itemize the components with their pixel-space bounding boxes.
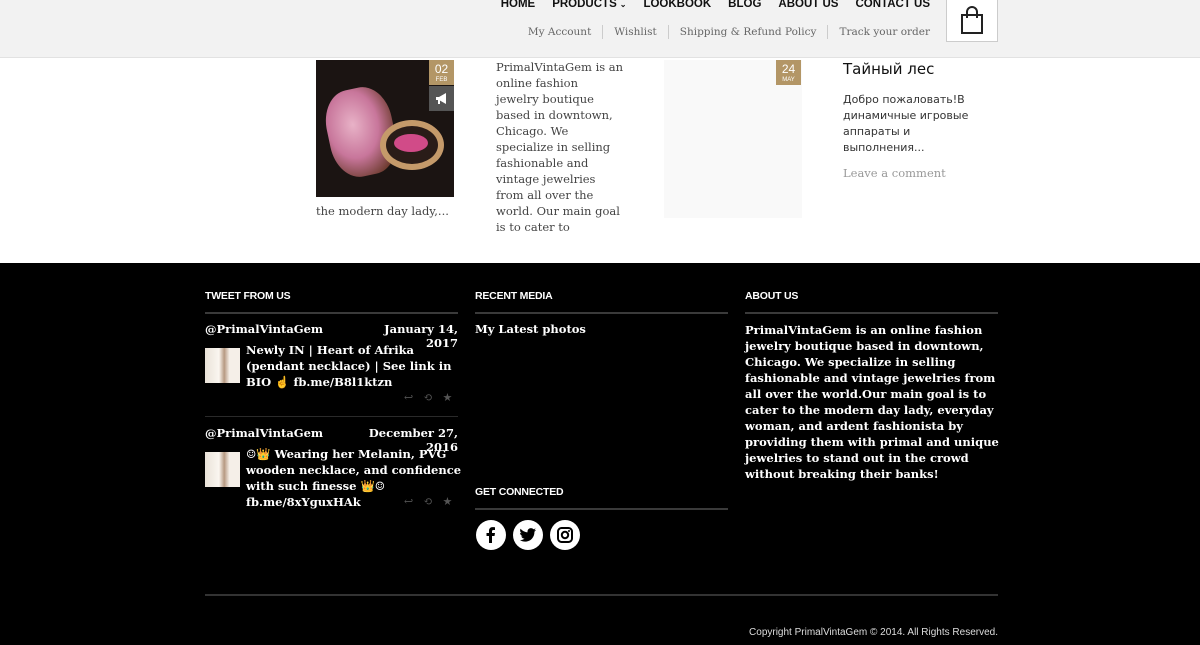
site-header: HOME PRODUCTS ⌄ LOOKBOOK BLOG ABOUT US CO… — [0, 0, 1200, 58]
tweet-handle[interactable]: @PrimalVintaGem — [205, 322, 323, 336]
latest-photos-link[interactable]: My Latest photos — [475, 322, 586, 336]
nav-about-us[interactable]: ABOUT US — [778, 0, 838, 13]
main-nav: HOME PRODUCTS ⌄ LOOKBOOK BLOG ABOUT US CO… — [484, 0, 930, 13]
favorite-icon[interactable]: ★ — [442, 495, 452, 508]
nav-products-label: PRODUCTS — [552, 0, 617, 10]
reply-icon[interactable]: ↩ — [404, 391, 413, 404]
account-nav: My Account Wishlist Shipping & Refund Po… — [517, 25, 930, 39]
nav-contact-us[interactable]: CONTACT US — [855, 0, 930, 13]
nav-products[interactable]: PRODUCTS ⌄ — [552, 0, 626, 13]
post-excerpt-continued: the modern day lady,... — [316, 204, 449, 218]
twitter-icon[interactable] — [513, 520, 543, 550]
nav-lookbook[interactable]: LOOKBOOK — [643, 0, 711, 13]
cart-button[interactable] — [946, 0, 998, 42]
lips-ornament — [394, 134, 428, 152]
tweet-text: Newly IN | Heart of Afrika (pendant neck… — [246, 343, 452, 389]
divider — [745, 312, 998, 314]
blog-posts: 02 FEB PrimalVintaGem is an online fashi… — [0, 58, 1200, 263]
post-date-day: 24 — [781, 62, 796, 76]
wishlist-link[interactable]: Wishlist — [603, 25, 667, 39]
shopping-bag-icon — [961, 6, 983, 34]
post-title[interactable]: Тайный лес — [843, 60, 934, 78]
reply-icon[interactable]: ↩ — [404, 495, 413, 508]
post-date-day: 02 — [434, 62, 449, 76]
copyright-text: Copyright PrimalVintaGem © 2014. All Rig… — [749, 627, 998, 638]
leave-comment-link[interactable]: Leave a comment — [843, 166, 946, 180]
tweet-actions: ↩ ⟲ ★ — [404, 495, 452, 508]
get-connected-heading: GET CONNECTED — [475, 486, 564, 498]
about-text: PrimalVintaGem is an online fashion jewe… — [745, 323, 999, 481]
avatar — [205, 452, 240, 487]
post-excerpt: PrimalVintaGem is an online fashion jewe… — [496, 60, 624, 234]
track-order-link[interactable]: Track your order — [828, 25, 930, 39]
about-heading: ABOUT US — [745, 290, 799, 302]
post-excerpt: Добро пожаловать!В динамичные игровые ап… — [843, 93, 969, 154]
divider — [205, 312, 458, 314]
divider — [205, 416, 458, 417]
post-format-badge — [429, 86, 454, 111]
divider — [475, 508, 728, 510]
tweet-actions: ↩ ⟲ ★ — [404, 391, 452, 404]
avatar — [205, 348, 240, 383]
facebook-icon[interactable] — [476, 520, 506, 550]
divider — [475, 312, 728, 314]
megaphone-icon — [435, 92, 446, 104]
tweets-heading: TWEET FROM US — [205, 290, 291, 302]
post-date-month: MAY — [782, 77, 795, 83]
retweet-icon[interactable]: ⟲ — [423, 391, 432, 404]
favorite-icon[interactable]: ★ — [442, 391, 452, 404]
retweet-icon[interactable]: ⟲ — [423, 495, 432, 508]
nav-home[interactable]: HOME — [501, 0, 536, 13]
shipping-refund-link[interactable]: Shipping & Refund Policy — [669, 25, 828, 39]
my-account-link[interactable]: My Account — [517, 25, 602, 39]
nav-blog[interactable]: BLOG — [728, 0, 761, 13]
instagram-icon[interactable] — [550, 520, 580, 550]
post-date-badge: 02 FEB — [429, 60, 454, 85]
social-links — [476, 520, 580, 550]
post-date-month: FEB — [435, 77, 448, 83]
chevron-down-icon: ⌄ — [619, 0, 627, 9]
divider — [205, 594, 998, 596]
tweet-handle[interactable]: @PrimalVintaGem — [205, 426, 323, 440]
recent-media-heading: RECENT MEDIA — [475, 290, 553, 302]
site-footer: TWEET FROM US @PrimalVintaGem January 14… — [0, 263, 1200, 645]
post-date-badge: 24 MAY — [776, 60, 801, 85]
